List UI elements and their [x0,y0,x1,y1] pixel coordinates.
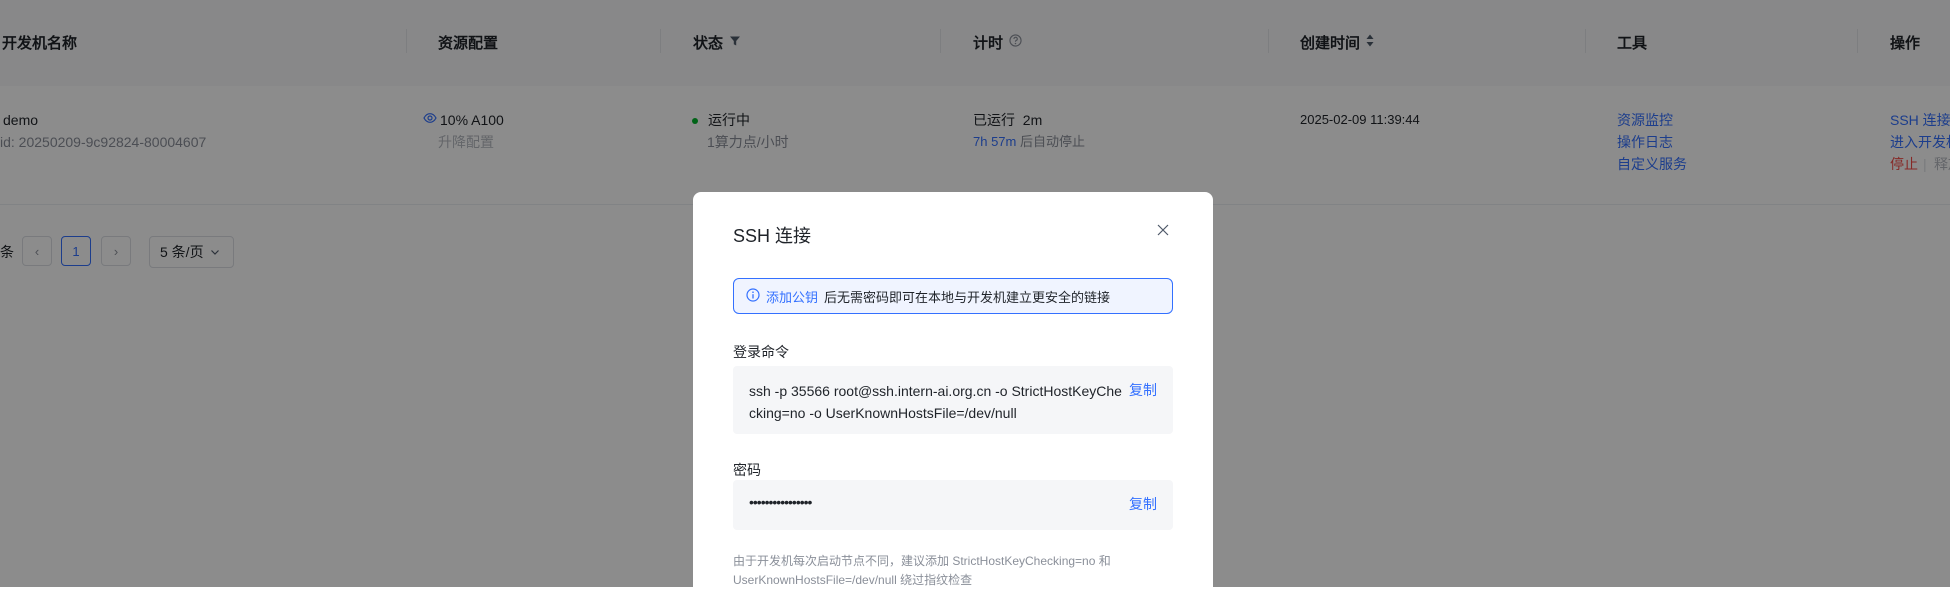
login-command-text: ssh -p 35566 root@ssh.intern-ai.org.cn -… [749,383,1122,421]
copy-command-button[interactable]: 复制 [1129,380,1157,400]
info-icon [746,287,760,305]
login-command-label: 登录命令 [733,344,789,360]
password-value: •••••••••••••••• [749,494,812,510]
public-key-notice: 添加公钥 后无需密码即可在本地与开发机建立更安全的链接 [733,278,1173,314]
add-public-key-link[interactable]: 添加公钥 [766,287,818,306]
devmachine-list-page: 开发机名称 资源配置 状态 计时 创建时间 工具 操作 demo id: 202… [0,0,1950,612]
copy-password-button[interactable]: 复制 [1129,494,1157,514]
notice-text: 后无需密码即可在本地与开发机建立更安全的链接 [824,289,1111,305]
login-command-box: ssh -p 35566 root@ssh.intern-ai.org.cn -… [733,366,1173,434]
fingerprint-hint: 由于开发机每次启动节点不同，建议添加 StrictHostKeyChecking… [733,554,1111,587]
modal-title: SSH 连接 [733,226,812,246]
ssh-connect-modal: SSH 连接 添加公钥 后无需密码即可在本地与开发机建立更安全的链接 登录命令 … [693,192,1213,612]
close-icon[interactable] [1153,220,1173,240]
password-label: 密码 [733,462,761,478]
password-box: •••••••••••••••• 复制 [733,480,1173,530]
